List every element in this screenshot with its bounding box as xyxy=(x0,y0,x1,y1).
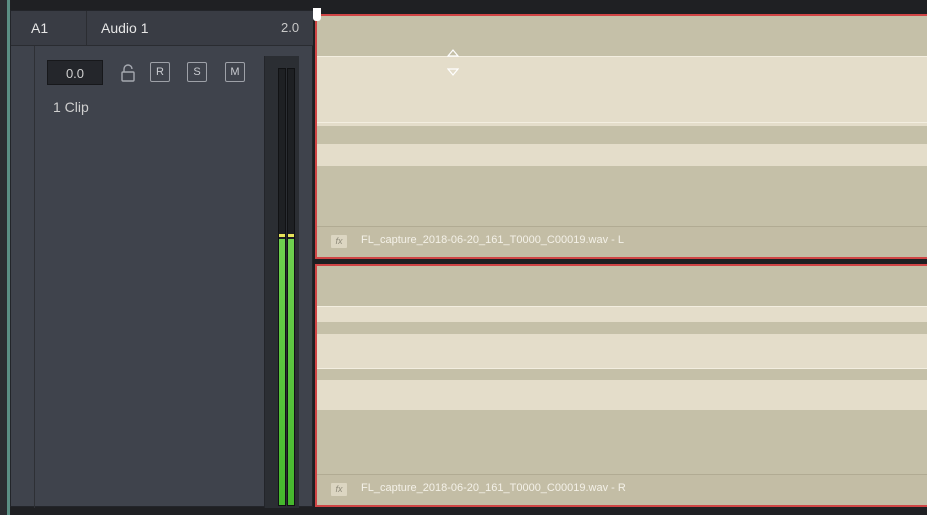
track-title-bar: A1 Audio 1 2.0 xyxy=(11,11,314,46)
waveform-band xyxy=(317,144,927,166)
header-divider xyxy=(34,11,35,508)
record-arm-button[interactable]: R xyxy=(150,62,170,82)
waveform-line xyxy=(317,56,927,57)
waveform-band xyxy=(317,380,927,410)
waveform-band xyxy=(317,56,927,126)
clip-label-bar: fx FL_capture_2018-06-20_161_T0000_C0001… xyxy=(317,474,927,505)
meter-level-left xyxy=(279,239,285,505)
clip-count: 1 Clip xyxy=(53,99,89,115)
meter-level-right xyxy=(288,239,294,505)
playhead-marker-icon[interactable] xyxy=(313,8,321,21)
fade-up-icon[interactable] xyxy=(447,49,459,57)
track-id: A1 xyxy=(23,11,87,45)
track-volume-field[interactable]: 0.0 xyxy=(47,60,103,85)
track-name[interactable]: Audio 1 xyxy=(101,11,148,45)
waveform-line xyxy=(317,368,927,369)
timeline-track-area[interactable]: fx FL_capture_2018-06-20_161_T0000_C0001… xyxy=(313,10,927,507)
clip-name: FL_capture_2018-06-20_161_T0000_C00019.w… xyxy=(361,482,626,494)
track-color-strip xyxy=(0,0,10,515)
meter-peak-left xyxy=(279,233,285,237)
fx-icon[interactable]: fx xyxy=(331,483,347,496)
waveform-line xyxy=(317,122,927,123)
waveform-band xyxy=(317,334,927,368)
meter-peak-right xyxy=(288,233,294,237)
waveform-band xyxy=(317,306,927,322)
fade-down-icon[interactable] xyxy=(447,68,459,76)
solo-button[interactable]: S xyxy=(187,62,207,82)
audio-meter xyxy=(264,56,299,508)
fx-icon[interactable]: fx xyxy=(331,235,347,248)
meter-channel-right xyxy=(287,68,295,506)
track-header[interactable]: A1 Audio 1 2.0 0.0 R S M 1 Clip xyxy=(10,10,314,508)
track-channel-format: 2.0 xyxy=(281,20,300,35)
clip-name: FL_capture_2018-06-20_161_T0000_C00019.w… xyxy=(361,234,624,246)
meter-channel-left xyxy=(278,68,286,506)
waveform-line xyxy=(317,306,927,307)
audio-clip-right[interactable]: fx FL_capture_2018-06-20_161_T0000_C0001… xyxy=(315,264,927,507)
audio-clip-left[interactable]: fx FL_capture_2018-06-20_161_T0000_C0001… xyxy=(315,14,927,259)
clip-label-bar: fx FL_capture_2018-06-20_161_T0000_C0001… xyxy=(317,226,927,257)
lock-icon[interactable] xyxy=(120,64,136,82)
mute-button[interactable]: M xyxy=(225,62,245,82)
